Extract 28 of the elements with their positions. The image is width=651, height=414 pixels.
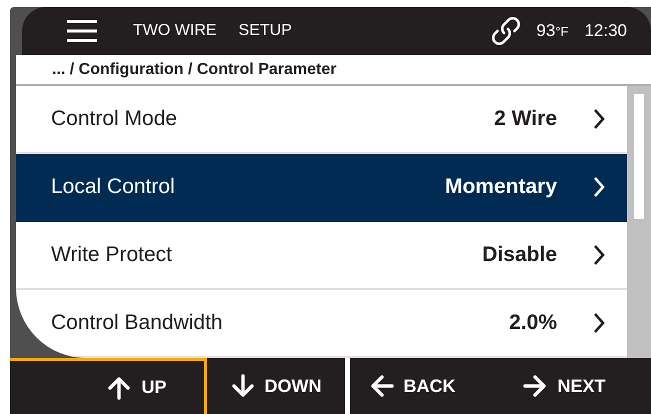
arrow-icon [523,374,548,398]
row-value: 2.0% [509,311,557,335]
chevron-icon [593,244,605,266]
row-value: Disable [482,243,557,267]
menu-icon[interactable] [67,20,97,42]
row-label: Write Protect [51,243,173,267]
row-value: 2 Wire [494,107,557,131]
link-icon [490,15,522,47]
chevron-icon [593,176,605,198]
menu-row[interactable]: Local Control Momentary [16,154,627,222]
temperature-reading: 93°F [536,21,568,41]
chevron-icon [593,312,605,334]
row-value: Momentary [444,175,557,199]
row-label: Control Mode [51,107,178,131]
arrow-icon [107,376,132,400]
row-label: Control Bandwidth [51,311,224,335]
nav-button[interactable]: UP [10,358,207,414]
chevron-icon [593,108,605,130]
arrow-icon [230,374,254,398]
row-label: Local Control [51,175,176,199]
breadcrumb: ... / Configuration / Control Parameter [16,55,651,86]
menu-row[interactable]: Write Protect Disable [16,222,627,290]
clock-time: 12:30 [584,21,627,41]
header-tab[interactable]: TWO WIRE [133,22,217,40]
scrollbar[interactable] [627,86,651,358]
arrow-icon [370,374,394,398]
scrollbar-thumb[interactable] [634,94,644,219]
header-tab[interactable]: SETUP [238,22,292,40]
